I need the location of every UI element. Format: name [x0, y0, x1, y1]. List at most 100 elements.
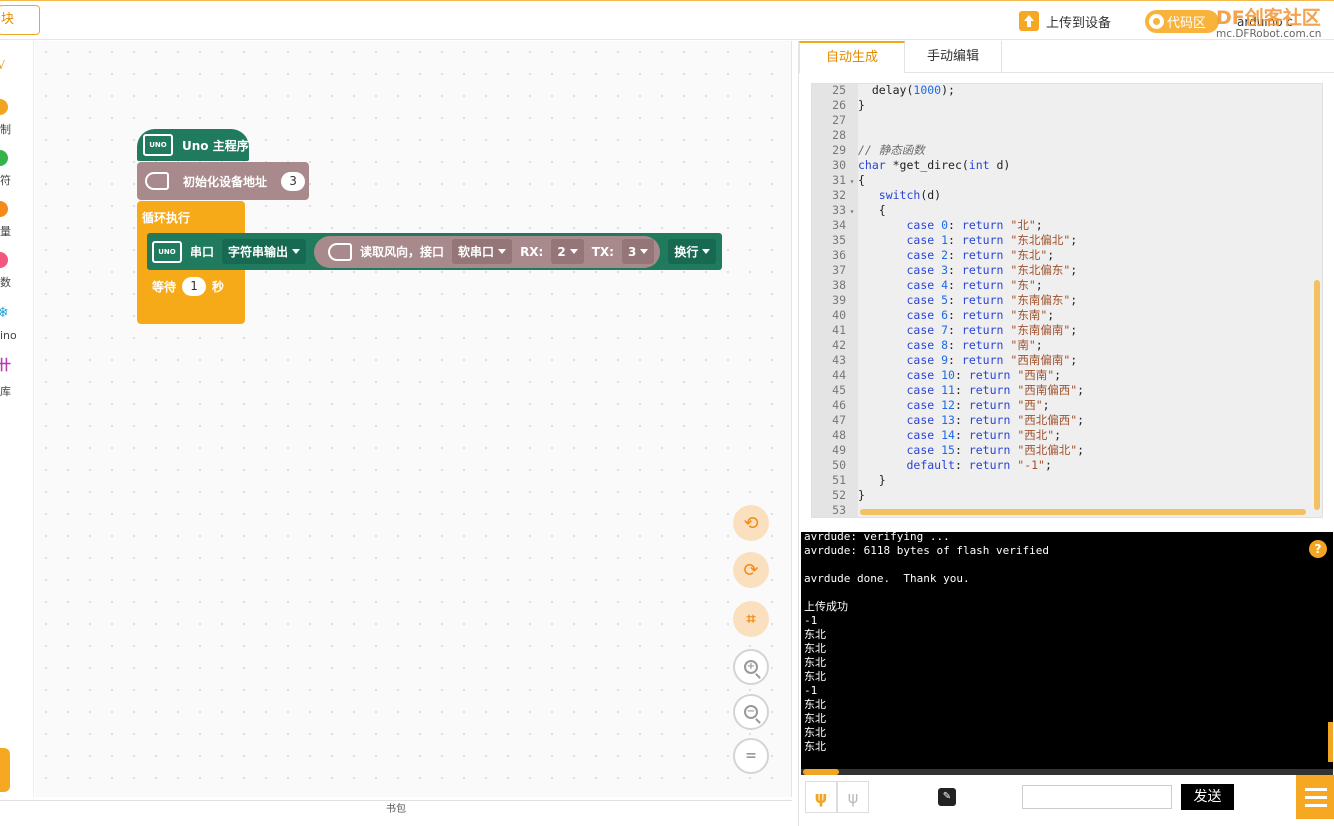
wait-block[interactable]: 等待 1 秒 [147, 273, 245, 299]
category-dot-icon [0, 201, 8, 217]
usb-connect-button[interactable]: ψ [805, 781, 837, 813]
rx-dropdown[interactable]: 2 [551, 239, 584, 264]
code-text: } [858, 473, 886, 487]
reset-zoom-button[interactable]: = [733, 738, 769, 774]
wind-sensor-icon [145, 172, 169, 190]
newline-dropdown[interactable]: 换行 [668, 239, 717, 264]
code-line: 44 case 10: return "西南"; [812, 368, 1312, 383]
library-icon: 卄 [0, 358, 11, 374]
editor-vertical-scrollbar[interactable] [1314, 280, 1320, 510]
blocks-tab[interactable]: 块 [0, 5, 40, 35]
code-text: case 11: return "西南偏西"; [906, 383, 1085, 397]
code-text: case 13: return "西北偏西"; [906, 413, 1085, 427]
wait-seconds-input[interactable]: 1 [182, 276, 207, 296]
dropdown-caret-icon [569, 249, 578, 254]
category-dot-icon [0, 150, 8, 166]
code-line: 47 case 13: return "西北偏西"; [812, 413, 1312, 428]
console-line: 东北 [804, 628, 826, 641]
undo-button[interactable]: ⟲ [733, 505, 769, 541]
dropdown-caret-icon [702, 249, 711, 254]
backpack-bar[interactable]: 书包 [0, 800, 792, 822]
read-wind-direction-block[interactable]: 读取风向，接口 软串口 RX: 2 TX: 3 [314, 235, 661, 268]
menu-icon-bar [1305, 795, 1327, 799]
line-number: 42 [832, 338, 846, 352]
line-number: 27 [832, 113, 846, 127]
code-panel: 自动生成 手动编辑 25 delay(1000); 26} 27 28 29// 静态函… [798, 41, 1334, 826]
send-button[interactable]: 发送 [1181, 784, 1234, 810]
code-area-toggle[interactable]: 代码区 [1145, 10, 1219, 33]
console-horizontal-scrollbar[interactable] [801, 769, 1333, 775]
init-device-address-block[interactable]: 初始化设备地址 3 [137, 162, 309, 200]
menu-button[interactable] [1296, 775, 1334, 819]
zoom-out-button[interactable]: − [733, 694, 769, 730]
newline-value: 换行 [674, 245, 699, 259]
upload-arrow-icon [1019, 11, 1039, 31]
cleanup-button[interactable]: ⌗ [733, 601, 769, 637]
console-line: 东北 [804, 656, 826, 669]
tab-manual-edit[interactable]: 手动编辑 [905, 41, 1003, 73]
uno-main-block[interactable]: UNO Uno 主程序 [137, 129, 249, 161]
category-label: 符 [0, 174, 11, 187]
serial-send-input[interactable] [1022, 785, 1172, 809]
port-dropdown[interactable]: 软串口 [452, 239, 513, 264]
category-label: 量 [0, 225, 11, 238]
code-text: case 10: return "西南"; [906, 368, 1062, 382]
upload-to-device-button[interactable]: 上传到设备 [1019, 10, 1111, 32]
code-line: 28 [812, 128, 1312, 143]
tx-dropdown[interactable]: 3 [621, 239, 655, 264]
line-number: 26 [832, 98, 846, 112]
redo-button[interactable]: ⟳ [733, 552, 769, 588]
zoom-in-icon: + [744, 660, 758, 674]
code-text: { [858, 203, 886, 217]
backpack-label: 书包 [386, 804, 406, 815]
serial-console[interactable]: avrdude: verifying ... avrdude: 6118 byte… [801, 532, 1333, 775]
code-line: 32 switch(d) [812, 188, 1312, 203]
editor-horizontal-scrollbar[interactable] [860, 509, 1306, 515]
console-line: 东北 [804, 698, 826, 711]
serial-mode-dropdown[interactable]: 字符串输出 [222, 239, 307, 264]
category-label: 库 [0, 385, 11, 398]
tab-auto-generate[interactable]: 自动生成 [799, 41, 906, 73]
menu-icon [1305, 787, 1327, 791]
undo-icon: ⟲ [743, 512, 759, 534]
console-vertical-scrollbar[interactable] [1328, 722, 1333, 762]
category-label: 制 [0, 123, 11, 136]
upload-label: 上传到设备 [1046, 15, 1112, 31]
line-number: 48 [832, 428, 846, 442]
code-text: case 3: return "东北偏东"; [906, 263, 1078, 277]
code-text: delay(1000); [858, 83, 955, 97]
fold-toggle-icon[interactable]: ▾ [846, 204, 858, 219]
zoom-in-button[interactable]: + [733, 649, 769, 685]
code-tabs: 自动生成 手动编辑 [799, 41, 1334, 73]
help-icon[interactable]: ? [1309, 540, 1327, 558]
crop-icon: ⌗ [746, 609, 756, 628]
code-line: 25 delay(1000); [812, 83, 1312, 98]
line-number: 29 [832, 143, 846, 157]
clear-console-button[interactable]: ✎ [938, 788, 956, 806]
code-line: 29 // 静态函数 [812, 143, 1312, 158]
usb-disconnect-button[interactable]: ψ [837, 781, 869, 813]
init-address-input[interactable]: 3 [281, 171, 306, 191]
rx-value: 2 [557, 244, 566, 259]
code-line: 49 case 15: return "西北偏北"; [812, 443, 1312, 458]
block-workspace[interactable]: UNO Uno 主程序 初始化设备地址 3 循环执行 UNO 串口 字符串输出 … [35, 41, 792, 797]
code-text: case 6: return "东南"; [906, 308, 1055, 322]
toolbox-collapse-handle[interactable] [0, 748, 10, 792]
line-number: 28 [832, 128, 846, 142]
code-line: 43 case 9: return "西南偏南"; [812, 353, 1312, 368]
line-number: 34 [832, 218, 846, 232]
console-line: avrdude: 6118 bytes of flash verified [804, 544, 1050, 557]
eraser-icon: ✎ [942, 791, 952, 802]
fold-toggle-icon[interactable]: ▾ [846, 174, 858, 189]
code-text: case 14: return "西北"; [906, 428, 1062, 442]
code-text: } [858, 488, 865, 502]
line-number: 49 [832, 443, 846, 457]
usb-icon: ψ [814, 787, 828, 807]
code-editor[interactable]: 25 delay(1000); 26} 27 28 29// 静态函数 30 char *g… [811, 83, 1323, 518]
code-line: 37 case 3: return "东北偏东"; [812, 263, 1312, 278]
code-line: 42 case 8: return "南"; [812, 338, 1312, 353]
console-line: -1 [804, 684, 818, 697]
console-line: 东北 [804, 740, 826, 753]
console-line: 东北 [804, 712, 826, 725]
serial-print-block[interactable]: UNO 串口 字符串输出 读取风向，接口 软串口 RX: 2 TX: 3 换行 [147, 233, 722, 270]
